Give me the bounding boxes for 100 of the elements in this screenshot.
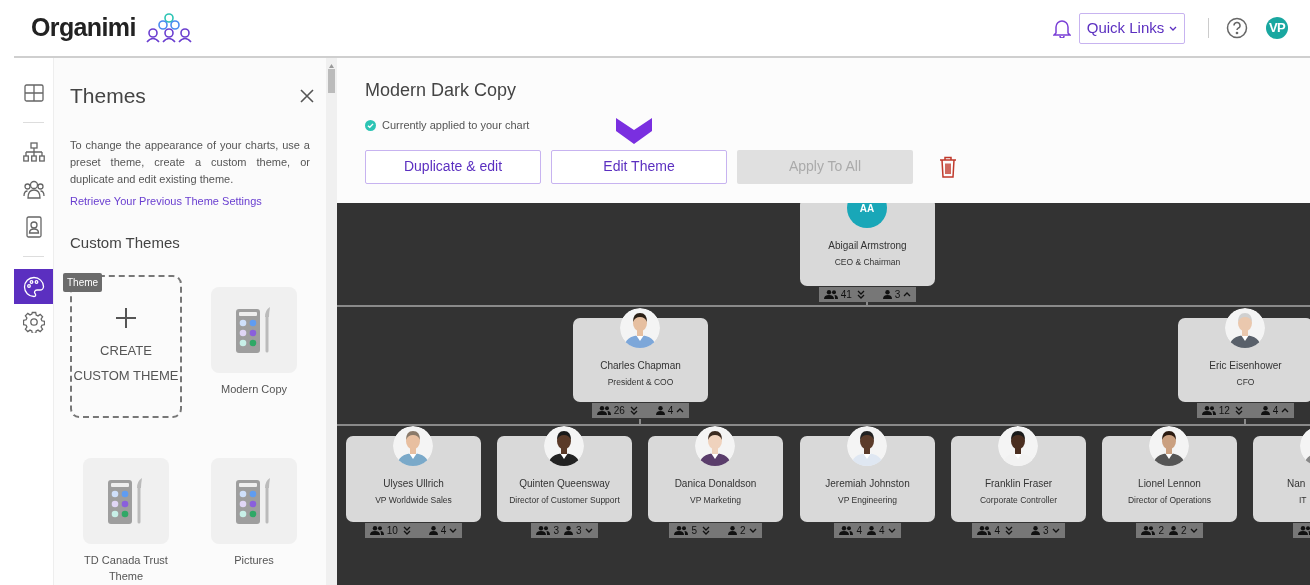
double-chevron-icon[interactable] (702, 526, 710, 535)
employee-card[interactable]: Franklin Fraser Corporate Controller (951, 436, 1086, 522)
notification-bell-icon[interactable] (1053, 18, 1071, 38)
theme-name: Pictures (233, 552, 275, 568)
action-button[interactable]: Edit Theme (551, 149, 727, 184)
person-icon (728, 526, 737, 535)
panel-title: Themes (70, 83, 146, 109)
delete-icon[interactable] (939, 155, 957, 178)
employee-card[interactable]: Danica Donaldson VP Marketing (648, 436, 783, 522)
employee-name: Lionel Lennon (1138, 477, 1201, 491)
employee-card[interactable]: Quinten Queensway Director of Customer Support (497, 436, 632, 522)
direct-count: 2 (1181, 524, 1187, 538)
job-title: Director of Operations (1126, 496, 1213, 505)
team-count: 3 (553, 524, 559, 538)
theme-thumbnail[interactable] (83, 457, 169, 544)
retrieve-settings-link[interactable]: Retrieve Your Previous Theme Settings (70, 192, 326, 209)
create-theme-label: CUSTOM THEME (73, 367, 179, 385)
job-title: CFO (1235, 378, 1256, 387)
employee-card[interactable]: Eric Eisenhower CFO (1178, 318, 1310, 402)
job-title: VP Engineering (837, 496, 898, 505)
team-icon (839, 526, 854, 535)
check-icon (365, 119, 376, 131)
logo-icon (144, 13, 193, 43)
direct-count: 2 (740, 524, 746, 538)
person-icon (882, 290, 892, 299)
expand-icon[interactable] (748, 528, 757, 533)
direct-count: 3 (576, 524, 582, 538)
close-icon[interactable] (300, 88, 314, 103)
double-chevron-icon[interactable] (402, 526, 411, 535)
team-count: 4 (994, 524, 1000, 538)
person-icon (1031, 526, 1040, 535)
collapse-icon[interactable] (1281, 408, 1290, 413)
employee-name: Abigail Armstrong (828, 239, 907, 253)
employee-card[interactable]: Ulyses Ullrich VP Worldwide Sales (346, 436, 481, 522)
dashboard-icon[interactable] (22, 81, 45, 104)
employee-name: Danica Donaldson (674, 477, 757, 491)
double-chevron-icon[interactable] (629, 406, 638, 415)
team-icon (369, 526, 384, 535)
job-title: IT (1299, 496, 1307, 505)
team-icon (536, 526, 551, 535)
settings-icon[interactable] (22, 310, 45, 333)
team-count: 26 (613, 404, 625, 418)
scrollbar[interactable] (326, 58, 337, 585)
theme-thumbnail[interactable] (211, 457, 297, 544)
person-icon (1260, 406, 1270, 415)
theme-name: TD Canada Trust Theme (83, 552, 169, 584)
scrollbar-thumb[interactable] (328, 69, 335, 93)
person-icon (564, 526, 573, 535)
job-title: VP Worldwide Sales (374, 496, 453, 505)
plus-icon (115, 306, 137, 329)
tooltip: Theme (63, 273, 103, 292)
double-chevron-icon[interactable] (856, 290, 865, 299)
job-title: CEO & Chairman (833, 258, 902, 267)
create-theme-label: CREATE (100, 341, 152, 360)
scroll-up-arrow-icon[interactable] (329, 64, 334, 68)
team-icon (977, 526, 992, 535)
collapse-icon[interactable] (903, 292, 912, 297)
expand-icon[interactable] (887, 528, 896, 533)
team-count: 12 (1218, 404, 1230, 418)
direct-count: 4 (879, 524, 885, 538)
employee-name: Jeremiah Johnston (825, 477, 910, 491)
action-button[interactable]: Duplicate & edit (365, 149, 541, 184)
team-icon (1201, 406, 1216, 415)
team-count: 10 (386, 524, 398, 538)
org-chart-icon[interactable] (22, 141, 45, 164)
job-title: Corporate Controller (979, 496, 1058, 505)
person-icon (655, 406, 665, 415)
employee-name: Franklin Fraser (984, 477, 1053, 491)
double-chevron-icon[interactable] (1234, 406, 1243, 415)
expand-icon[interactable] (1051, 528, 1060, 533)
quick-links-button[interactable]: Quick Links (1079, 12, 1185, 44)
double-chevron-icon[interactable] (1005, 526, 1013, 535)
team-count: 2 (1158, 524, 1164, 538)
expand-icon[interactable] (449, 528, 458, 533)
direct-count: 3 (1043, 524, 1049, 538)
employee-card[interactable]: Nan IT (1253, 436, 1310, 522)
theme-title: Modern Dark Copy (365, 79, 518, 102)
people-icon[interactable] (22, 178, 45, 201)
team-count: 5 (691, 524, 697, 538)
job-title: Director of Customer Support (508, 496, 621, 505)
direct-count: 4 (1272, 404, 1279, 418)
status-text: Currently applied to your chart (382, 118, 530, 133)
collapse-icon[interactable] (676, 408, 685, 413)
palette-icon[interactable] (22, 275, 45, 298)
expand-icon[interactable] (1189, 528, 1198, 533)
team-count: 4 (856, 524, 862, 538)
team-icon (596, 406, 611, 415)
employee-name: Quinten Queensway (519, 477, 610, 491)
team-icon (1298, 526, 1310, 535)
expand-icon[interactable] (584, 528, 593, 533)
panel-description: To change the appearance of your charts, use a preset theme, create a custom theme, or duplicate and edit existing theme. (70, 137, 310, 187)
employee-card[interactable]: Charles Chapman President & COO (573, 318, 708, 402)
employee-name: Eric Eisenhower (1209, 359, 1282, 373)
theme-thumbnail[interactable] (211, 286, 297, 373)
direct-count: 4 (667, 404, 674, 418)
employee-card[interactable]: Jeremiah Johnston VP Engineering (800, 436, 935, 522)
help-icon[interactable] (1226, 17, 1248, 39)
logo-text: Organimi (31, 12, 136, 44)
employee-card[interactable]: Lionel Lennon Director of Operations (1102, 436, 1237, 522)
direct-count: 3 (894, 288, 901, 302)
